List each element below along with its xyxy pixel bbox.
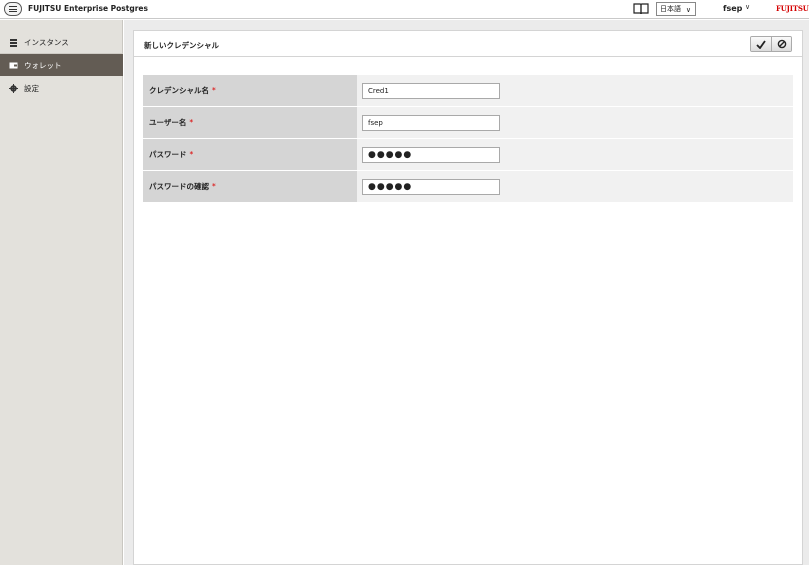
field-cell: [357, 75, 793, 106]
panel-title: 新しいクレデンシャル: [144, 41, 219, 50]
sidebar-item-label: ウォレット: [24, 60, 62, 70]
new-credential-panel: 新しいクレデンシャル クレデンシャル名 * Cred1 ユーザー名 * fsep…: [133, 30, 803, 565]
fujitsu-logo: FUJITSU: [776, 4, 809, 13]
panel-actions: [750, 36, 792, 52]
hamburger-icon: [9, 6, 17, 12]
check-icon: [756, 39, 766, 49]
form-row-password-confirm: パスワードの確認 *: [143, 171, 793, 203]
field-label: パスワード *: [143, 139, 357, 170]
required-mark: *: [212, 86, 216, 95]
sidebar-item-wallet[interactable]: ウォレット: [0, 54, 123, 76]
field-cell: [357, 171, 793, 202]
panel-header: 新しいクレデンシャル: [134, 31, 802, 57]
form-row-username: ユーザー名 *: [143, 107, 793, 139]
form-row-password: パスワード *: [143, 139, 793, 171]
credential-form: クレデンシャル名 * ユーザー名 * パスワード *: [143, 75, 793, 203]
field-cell: [357, 107, 793, 138]
manual-book-icon[interactable]: [633, 2, 649, 15]
field-cell: [357, 139, 793, 170]
field-label-text: パスワード: [149, 150, 187, 159]
sidebar-item-label: 設定: [24, 83, 39, 93]
gear-icon: [9, 83, 18, 93]
field-label: パスワードの確認 *: [143, 171, 357, 202]
field-label-text: ユーザー名: [149, 118, 187, 127]
password-confirm-input[interactable]: [362, 178, 500, 195]
app-title: FUJITSU Enterprise Postgres: [28, 4, 148, 13]
chevron-down-icon: ∨: [685, 6, 691, 14]
sidebar-item-instance[interactable]: インスタンス: [0, 31, 123, 53]
cancel-icon: [777, 39, 786, 49]
save-button[interactable]: [751, 37, 771, 51]
wallet-icon: [9, 61, 18, 70]
sidebar-item-label: インスタンス: [24, 37, 69, 47]
sidebar-item-settings[interactable]: 設定: [0, 77, 123, 99]
credential-name-input[interactable]: [362, 82, 500, 99]
language-value: 日本語: [660, 5, 681, 13]
chevron-down-icon[interactable]: ∨: [745, 3, 750, 11]
database-icon: [9, 38, 18, 47]
form-row-credential-name: クレデンシャル名 *: [143, 75, 793, 107]
field-label: クレデンシャル名 *: [143, 75, 357, 106]
required-mark: *: [189, 150, 194, 159]
required-mark: *: [212, 182, 216, 191]
sidebar: インスタンス ウォレット 設定: [0, 20, 123, 565]
required-mark: *: [189, 118, 194, 127]
username-input[interactable]: [362, 114, 500, 131]
cancel-button[interactable]: [771, 37, 791, 51]
password-input[interactable]: [362, 146, 500, 163]
top-header: FUJITSU Enterprise Postgres 日本語 ∨ fsep ∨…: [0, 0, 809, 19]
menu-toggle-button[interactable]: [4, 2, 22, 16]
language-select[interactable]: 日本語 ∨: [656, 2, 696, 16]
field-label-text: クレデンシャル名: [149, 86, 209, 95]
field-label: ユーザー名 *: [143, 107, 357, 138]
field-label-text: パスワードの確認: [149, 182, 209, 191]
user-menu[interactable]: fsep: [723, 4, 742, 13]
